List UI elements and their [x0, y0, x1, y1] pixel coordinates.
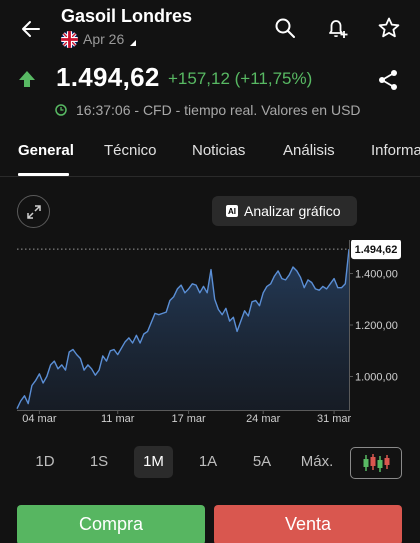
price-change: +157,12 (+11,75%): [168, 69, 313, 88]
tab-informacion[interactable]: Informa: [371, 142, 420, 159]
back-arrow-icon[interactable]: [18, 16, 44, 42]
uk-flag-icon: [61, 30, 78, 48]
tab-tecnico[interactable]: Técnico: [104, 142, 157, 159]
y-tick-label: 1.000,00: [355, 372, 398, 384]
candlestick-icon: [363, 454, 390, 472]
range-1m[interactable]: 1M: [134, 446, 173, 478]
quote-time-text: 16:37:06 - CFD - tiempo real. Valores en…: [76, 102, 361, 118]
tab-analisis[interactable]: Análisis: [283, 142, 335, 159]
share-icon[interactable]: [376, 68, 402, 94]
star-icon[interactable]: [377, 16, 401, 40]
range-5a[interactable]: 5A: [245, 446, 279, 478]
range-1a[interactable]: 1A: [191, 446, 225, 478]
chart-type-button[interactable]: [350, 447, 402, 479]
tab-noticias[interactable]: Noticias: [192, 142, 245, 159]
section-tabs: General Técnico Noticias Análisis Inform…: [0, 135, 420, 177]
x-tick-label: 11 mar: [101, 413, 135, 425]
top-bar: Gasoil Londres Apr 26: [0, 0, 420, 56]
last-price-tag-label: 1.494,62: [355, 244, 398, 256]
y-tick-label: 1.200,00: [355, 320, 398, 332]
price-chart[interactable]: 1.400,00 1.200,00 1.000,00 04 mar 11 mar 17 m…: [0, 240, 420, 430]
sell-button[interactable]: Venta: [214, 505, 402, 543]
range-1d[interactable]: 1D: [28, 446, 62, 478]
contract-date: Apr 26: [83, 31, 125, 47]
dropdown-triangle-icon: [130, 40, 137, 46]
active-tab-indicator: [18, 173, 69, 176]
expand-chart-button[interactable]: [17, 195, 50, 228]
instrument-title: Gasoil Londres: [61, 6, 193, 26]
price-row: 1.494,62 +157,12 (+11,75%): [0, 62, 420, 96]
ai-icon: AI: [226, 205, 238, 217]
last-price: 1.494,62: [56, 62, 160, 92]
quote-time-row: 16:37:06 - CFD - tiempo real. Valores en…: [55, 101, 361, 119]
y-tick-label: 1.400,00: [355, 268, 398, 280]
price-area: [17, 249, 349, 410]
range-max[interactable]: Máx.: [295, 446, 339, 478]
x-tick-label: 17 mar: [171, 413, 206, 425]
clock-icon: [55, 104, 67, 116]
range-1s[interactable]: 1S: [82, 446, 116, 478]
tab-general[interactable]: General: [18, 142, 74, 159]
instrument-subtitle[interactable]: Apr 26: [61, 30, 137, 48]
x-tick-label: 04 mar: [22, 413, 57, 425]
search-icon[interactable]: [273, 16, 297, 40]
up-arrow-icon: [17, 69, 37, 89]
buy-button[interactable]: Compra: [17, 505, 205, 543]
analyze-chart-button[interactable]: AI Analizar gráfico: [212, 196, 357, 226]
add-alert-bell-icon[interactable]: [325, 16, 349, 40]
expand-icon: [26, 204, 41, 219]
analyze-chart-label: Analizar gráfico: [244, 203, 341, 219]
x-tick-label: 31 mar: [317, 413, 352, 425]
x-tick-label: 24 mar: [246, 413, 281, 425]
